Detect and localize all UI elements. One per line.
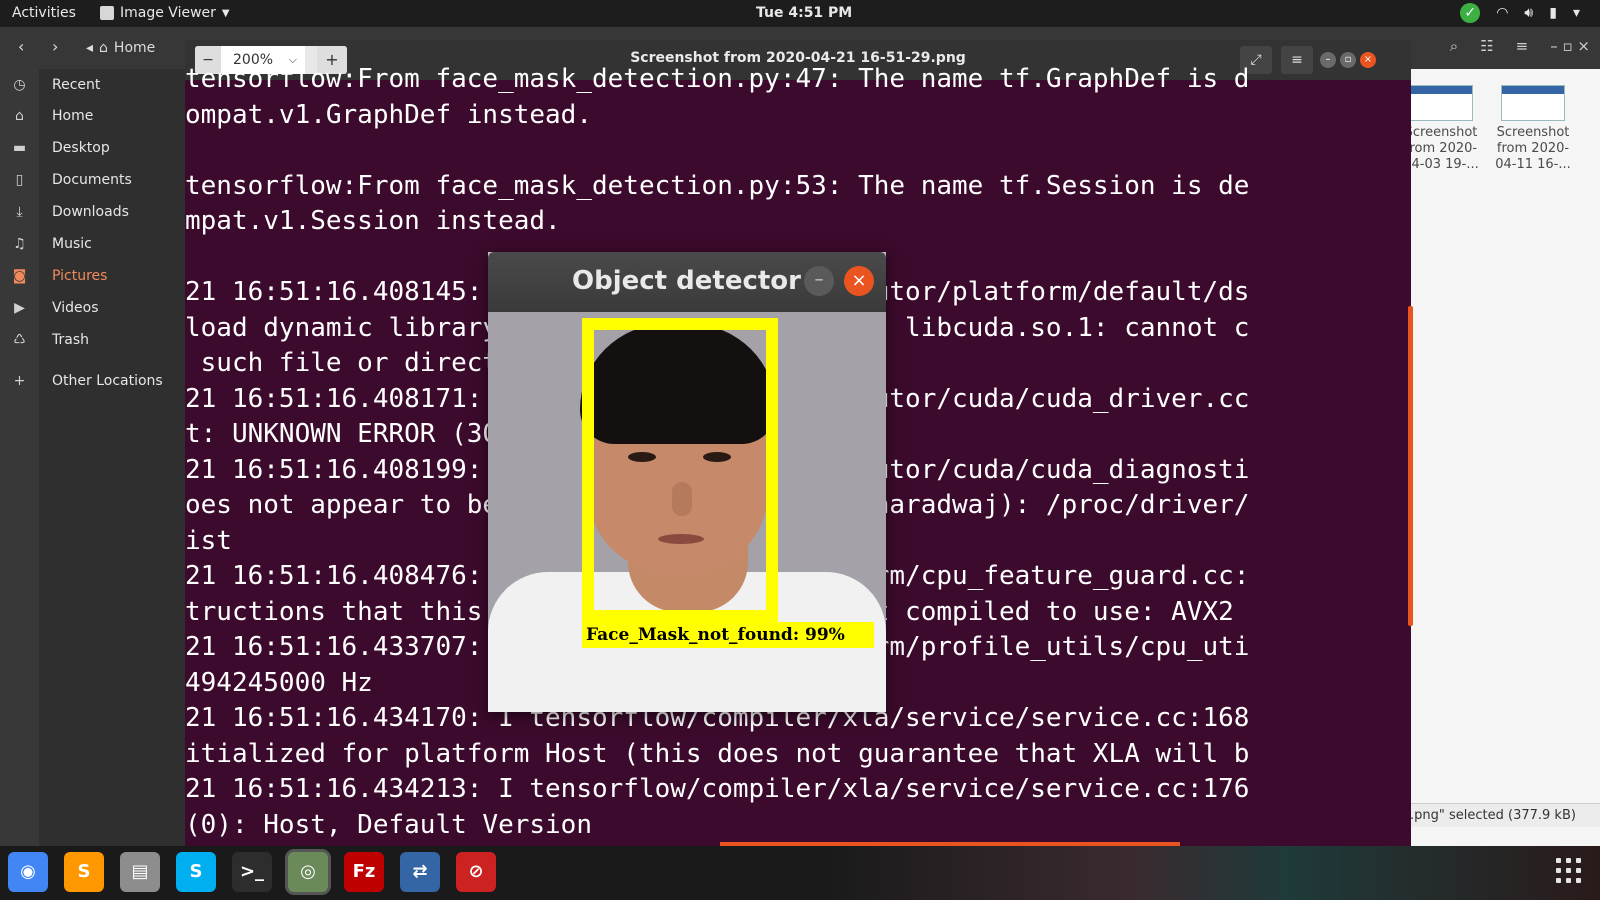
search-icon[interactable]: ⌕ (1450, 37, 1458, 55)
app-menu-label: Image Viewer (120, 5, 216, 21)
wifi-icon[interactable]: ◠ (1496, 5, 1508, 21)
check-icon[interactable]: ✓ (1460, 3, 1481, 23)
sidebar-item-label: Other Locations (52, 373, 163, 389)
terminal-icon[interactable]: >_ (232, 852, 272, 892)
music-icon: ♫ (13, 236, 26, 252)
sidebar-item-label: Downloads (52, 204, 129, 220)
file-name: Screenshot from 2020-04-11 16-... (1495, 125, 1571, 172)
terminal-line: 21 16:51:16.434213: I tensorflow/compile… (185, 774, 1250, 804)
sidebar-item-label: Home (52, 108, 94, 124)
sidebar-item-music[interactable]: ♫ Music (0, 230, 185, 258)
app-menu[interactable]: Image Viewer ▼ (100, 5, 230, 21)
trash-icon: ♺ (13, 332, 26, 348)
close-icon: × (844, 266, 874, 296)
detection-label: Face_Mask_not_found: 99% (582, 622, 874, 648)
home-icon: ⌂ (99, 40, 108, 56)
skype-icon[interactable]: S (176, 852, 216, 892)
terminal-line: (0): Host, Default Version (185, 809, 592, 840)
system-tray[interactable]: ✓ ◠ 🔊︎ ▮ ▾ (1460, 3, 1580, 23)
top-bar: Activities Image Viewer ▼ Tue 4:51 PM ✓ … (0, 0, 1600, 27)
document-icon: ▯ (15, 172, 24, 188)
detection-bounding-box (582, 318, 778, 622)
wallpaper (820, 846, 1600, 900)
thumbnail-image (1409, 85, 1473, 121)
folder-icon: ▬ (12, 140, 27, 156)
terminal-line: tensorflow:From face_mask_detection.py:4… (185, 64, 1250, 94)
sidebar-item-desktop[interactable]: ▬ Desktop (0, 134, 185, 162)
sidebar-item-label: Desktop (52, 140, 110, 156)
menu-icon[interactable]: ≡ (1516, 37, 1529, 55)
battery-icon[interactable]: ▮ (1549, 5, 1557, 21)
sidebar-item-label: Documents (52, 172, 132, 188)
terminal-line: itialized for platform Host (this does n… (185, 738, 1250, 769)
video-icon: ▶ (14, 300, 25, 316)
activities-button[interactable]: Activities (12, 5, 76, 21)
chevron-down-icon: ▼ (221, 7, 230, 19)
terminal-line: tensorflow:From face_mask_detection.py:5… (185, 170, 1250, 201)
sidebar-item-recent[interactable]: ◷ Recent (0, 71, 185, 99)
filezilla-icon[interactable]: Fz (344, 852, 384, 892)
status-bar: .png" selected (377.9 kB) (1396, 803, 1600, 827)
sidebar-item-label: Recent (52, 77, 101, 93)
home-icon: ⌂ (15, 108, 24, 124)
sidebar-item-documents[interactable]: ▯ Documents (0, 166, 185, 194)
breadcrumb[interactable]: ◂ ⌂ Home (86, 36, 155, 60)
files-sidebar: ◷ Recent ⌂ Home ▬ Desktop ▯ Documents ⤓ … (0, 69, 185, 847)
file-manager-icon[interactable]: ▤ (120, 852, 160, 892)
sidebar-item-downloads[interactable]: ⤓ Downloads (0, 198, 185, 226)
sidebar-item-pictures[interactable]: ◙ Pictures (0, 262, 185, 290)
plus-icon: + (13, 373, 26, 389)
vertical-scrollbar[interactable] (1408, 306, 1413, 626)
window-controls[interactable]: – ▫ × (1550, 37, 1590, 55)
sidebar-item-label: Music (52, 236, 92, 252)
sidebar-item-videos[interactable]: ▶ Videos (0, 294, 185, 322)
chevron-down-icon[interactable]: ▾ (1573, 5, 1580, 21)
detector-title: Object detector (572, 266, 801, 296)
terminal-line: ompat.v1.GraphDef instead. (185, 99, 592, 130)
back-icon[interactable]: ‹ (18, 37, 24, 56)
image-viewer-icon[interactable]: ◎ (288, 852, 328, 892)
minimize-icon: – (804, 266, 834, 296)
clock[interactable]: Tue 4:51 PM (756, 5, 852, 21)
files-header-icons: ⌕ ☷ ≡ – ▫ × (1450, 37, 1590, 55)
object-detector-window: Object detector – × Face_Mask_not_found:… (488, 252, 886, 712)
sublime-text-icon[interactable]: S (64, 852, 104, 892)
detected-face-photo: Face_Mask_not_found: 99% (488, 312, 886, 712)
detector-titlebar: Object detector – × (488, 252, 886, 312)
sidebar-item-label: Videos (52, 300, 99, 316)
clock-icon: ◷ (13, 77, 26, 93)
sidebar-item-other-locations[interactable]: + Other Locations (0, 367, 185, 395)
chrome-icon[interactable]: ◉ (8, 852, 48, 892)
volume-icon[interactable]: 🔊︎ (1524, 5, 1533, 21)
sidebar-item-label: Pictures (52, 268, 108, 284)
image-viewer-app-icon (100, 6, 114, 20)
view-toggle-icon[interactable]: ☷ (1480, 37, 1493, 55)
sidebar-item-trash[interactable]: ♺ Trash (0, 326, 185, 354)
forward-icon[interactable]: › (52, 37, 58, 56)
file-name: Screenshot from 2020-04-03 19-... (1403, 125, 1479, 172)
thumbnail-image (1501, 85, 1565, 121)
sidebar-item-label: Trash (52, 332, 89, 348)
files-content: Screenshot from 2020-04-03 19-... Screen… (1396, 69, 1600, 847)
download-icon: ⤓ (16, 204, 23, 220)
camera-icon: ◙ (12, 268, 27, 284)
dock: ◉ S ▤ S >_ ◎ Fz ⇄ ⊘ (0, 846, 1600, 900)
file-thumbnail[interactable]: Screenshot from 2020-04-11 16-... (1488, 85, 1578, 173)
red-app-icon[interactable]: ⊘ (456, 852, 496, 892)
breadcrumb-home[interactable]: Home (114, 40, 155, 56)
sidebar-item-home[interactable]: ⌂ Home (0, 102, 185, 130)
network-tool-icon[interactable]: ⇄ (400, 852, 440, 892)
chevron-left-icon[interactable]: ◂ (86, 40, 93, 56)
show-applications-icon[interactable] (1556, 858, 1582, 884)
terminal-line: mpat.v1.Session instead. (185, 206, 561, 236)
